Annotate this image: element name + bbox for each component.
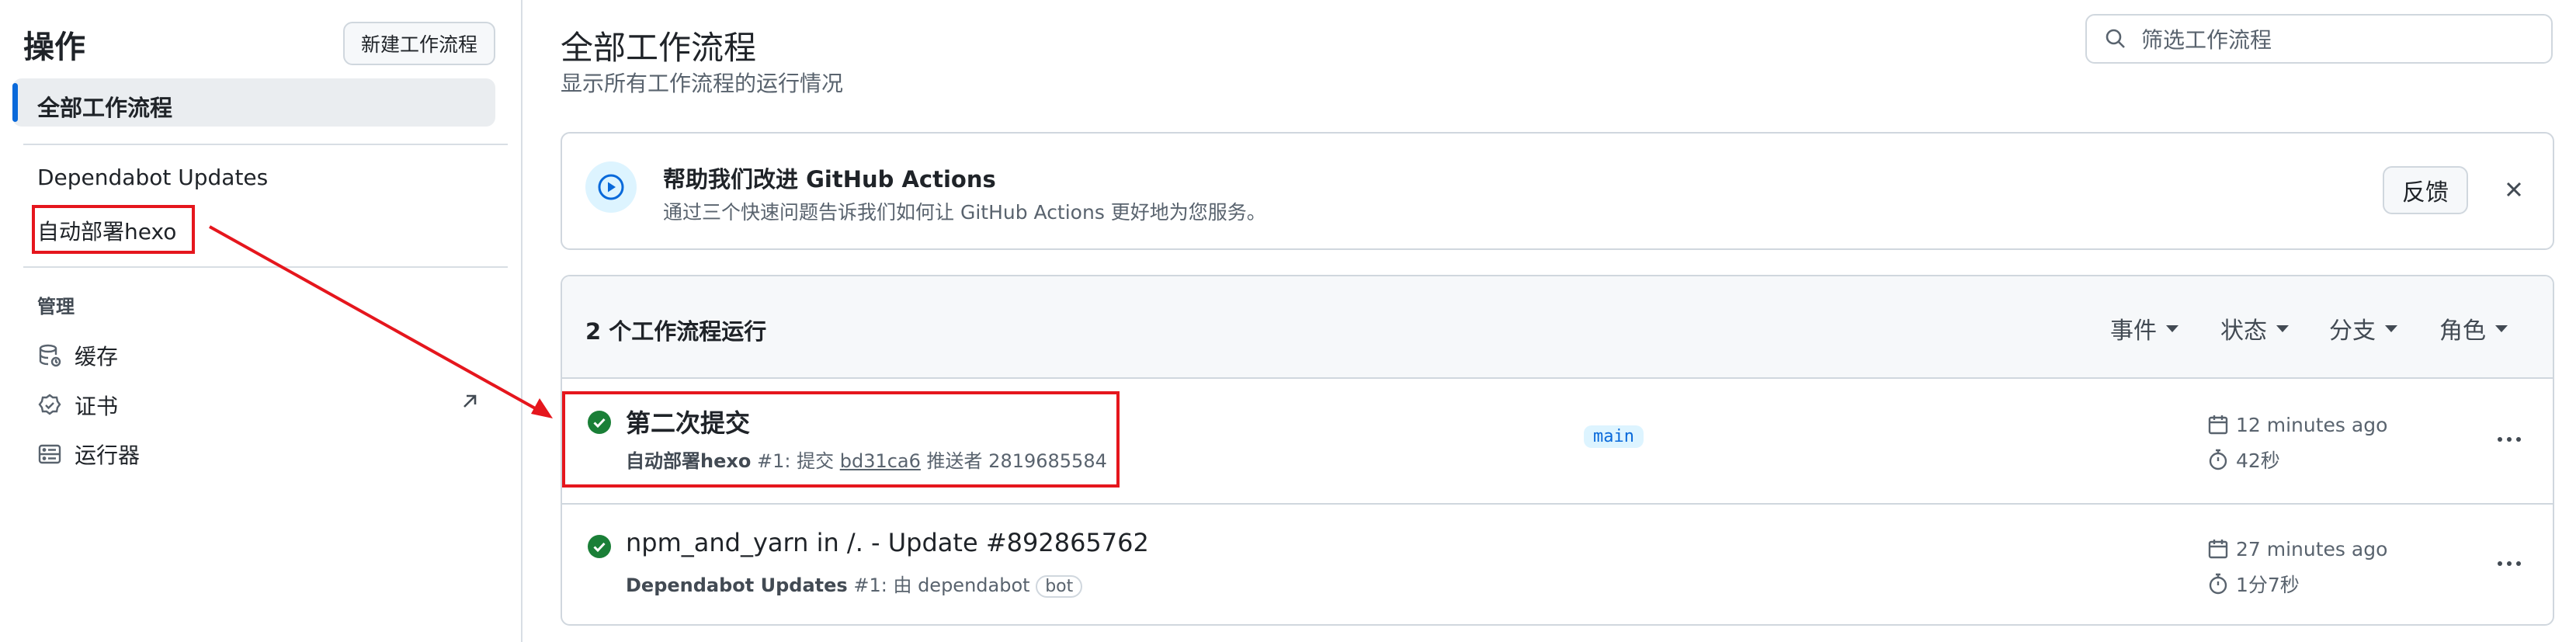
duration: 42秒 <box>2236 449 2280 472</box>
run-duration: 1分7秒 <box>2206 570 2300 598</box>
filter-placeholder: 筛选工作流程 <box>2141 27 2272 53</box>
verified-badge-icon <box>38 394 61 415</box>
sidebar-item-certificates[interactable]: 证书 <box>37 390 118 421</box>
caret-down-icon <box>2166 324 2178 332</box>
time-ago: 12 minutes ago <box>2236 413 2388 436</box>
server-icon <box>38 444 61 464</box>
calendar-icon <box>2208 415 2228 435</box>
active-indicator <box>12 83 18 122</box>
caret-down-icon <box>2385 324 2397 332</box>
sidebar-title: 操作 <box>23 29 85 65</box>
status-filter-dropdown[interactable]: 状态 <box>2220 311 2289 345</box>
feedback-banner: 帮助我们改进 GitHub Actions 通过三个快速问题告诉我们如何让 Gi… <box>561 132 2554 250</box>
divider <box>23 144 508 145</box>
run-title[interactable]: npm_and_yarn in /. - Update #892865762 <box>626 528 1149 557</box>
bot-badge: bot <box>1036 575 1083 598</box>
sidebar-item-label: 运行器 <box>75 442 141 468</box>
runs-list-header: 2 个工作流程运行 事件 状态 分支 角色 <box>562 276 2553 379</box>
run-workflow-name: Dependabot Updates <box>626 574 848 596</box>
page-title: 全部工作流程 <box>561 29 757 67</box>
close-icon[interactable] <box>2498 174 2529 205</box>
annotation-highlight-box <box>562 391 1120 488</box>
actor-filter-dropdown[interactable]: 角色 <box>2439 311 2508 345</box>
sidebar-item-all-workflows[interactable]: 全部工作流程 <box>12 78 495 127</box>
caret-down-icon <box>2276 324 2289 332</box>
play-circle-icon <box>585 161 637 213</box>
filter-label: 角色 <box>2439 318 2486 345</box>
stopwatch-icon <box>2209 449 2227 470</box>
run-duration: 42秒 <box>2206 446 2280 474</box>
kebab-menu-icon[interactable] <box>2494 548 2525 579</box>
external-link-icon[interactable] <box>460 391 480 411</box>
event-filter-dropdown[interactable]: 事件 <box>2110 311 2178 345</box>
stopwatch-icon <box>2209 573 2227 595</box>
database-icon <box>39 344 61 367</box>
sidebar: 操作 新建工作流程 全部工作流程 Dependabot Updates 自动部署… <box>0 0 522 642</box>
filter-label: 分支 <box>2329 318 2376 345</box>
banner-subtitle: 通过三个快速问题告诉我们如何让 GitHub Actions 更好地为您服务。 <box>663 201 1266 224</box>
sidebar-item-label: 缓存 <box>75 344 119 370</box>
workflow-run-row[interactable]: npm_and_yarn in /. - Update #892865762 D… <box>562 503 2553 624</box>
branch-label[interactable]: main <box>1584 425 1644 448</box>
annotation-highlight-box <box>32 205 195 254</box>
runs-count: 2 个工作流程运行 <box>585 318 767 345</box>
run-meta: Dependabot Updates #1: 由 dependabot bot <box>626 570 1083 598</box>
filter-workflows-input[interactable]: 筛选工作流程 <box>2085 14 2553 64</box>
time-ago: 27 minutes ago <box>2236 537 2388 560</box>
sidebar-item-label: 证书 <box>75 394 119 419</box>
check-circle-icon <box>588 535 611 558</box>
divider <box>23 266 508 268</box>
feedback-button[interactable]: 反馈 <box>2383 166 2468 214</box>
run-number: #1: 由 dependabot <box>853 574 1030 596</box>
search-icon <box>2106 29 2125 48</box>
kebab-menu-icon[interactable] <box>2494 424 2525 455</box>
sidebar-item-label: 全部工作流程 <box>37 95 173 121</box>
management-heading: 管理 <box>37 296 75 318</box>
filter-label: 事件 <box>2110 318 2157 345</box>
sidebar-item-dependabot-updates[interactable]: Dependabot Updates <box>37 165 268 190</box>
banner-title: 帮助我们改进 GitHub Actions <box>663 166 996 193</box>
sidebar-item-cache[interactable]: 缓存 <box>37 340 118 371</box>
caret-down-icon <box>2495 324 2508 332</box>
duration: 1分7秒 <box>2236 574 2300 596</box>
sidebar-item-runners[interactable]: 运行器 <box>37 439 140 470</box>
calendar-icon <box>2208 540 2228 559</box>
page-subtitle: 显示所有工作流程的运行情况 <box>561 71 844 96</box>
run-timestamp: 12 minutes ago <box>2206 413 2387 436</box>
run-timestamp: 27 minutes ago <box>2206 537 2387 560</box>
branch-filter-dropdown[interactable]: 分支 <box>2329 311 2397 345</box>
new-workflow-button[interactable]: 新建工作流程 <box>343 22 495 65</box>
filter-label: 状态 <box>2220 318 2267 345</box>
